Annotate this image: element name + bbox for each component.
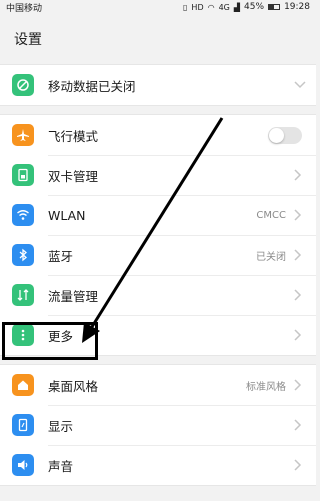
battery-percent: 45% bbox=[244, 2, 265, 12]
row-home-style[interactable]: 桌面风格 标准风格 bbox=[0, 365, 316, 405]
page-title: 设置 bbox=[14, 32, 42, 48]
chevron-right-icon bbox=[294, 379, 302, 391]
hd-icon: HD bbox=[191, 2, 204, 12]
chevron-down-icon[interactable] bbox=[294, 79, 306, 91]
wifi-status-icon: ◠ bbox=[207, 2, 215, 12]
toggle-knob bbox=[269, 127, 284, 143]
row-data-usage[interactable]: 流量管理 bbox=[0, 275, 316, 315]
chevron-right-icon bbox=[294, 459, 302, 471]
row-display[interactable]: 显示 bbox=[0, 405, 316, 445]
bluetooth-icon bbox=[12, 244, 34, 266]
row-more[interactable]: 更多 bbox=[0, 315, 316, 355]
wlan-value: CMCC bbox=[256, 209, 286, 221]
row-data-usage-label: 流量管理 bbox=[48, 288, 99, 304]
row-airplane-mode-label: 飞行模式 bbox=[48, 128, 99, 144]
row-sound[interactable]: 声音 bbox=[0, 445, 316, 485]
sound-icon bbox=[12, 454, 34, 476]
network-type: 4G bbox=[218, 2, 230, 12]
mobile-data-icon bbox=[12, 74, 34, 96]
chevron-right-icon bbox=[294, 289, 302, 301]
airplane-mode-toggle[interactable] bbox=[268, 126, 302, 144]
row-home-style-label: 桌面风格 bbox=[48, 378, 99, 394]
chevron-right-icon bbox=[294, 249, 302, 261]
row-dual-sim[interactable]: 双卡管理 bbox=[0, 155, 316, 195]
row-airplane-mode[interactable]: 飞行模式 bbox=[0, 115, 316, 155]
status-bar: 中国移动 ▯ HD ◠ 4G ▟ 45% 19:28 bbox=[0, 0, 316, 14]
home-style-icon bbox=[12, 374, 34, 396]
row-dual-sim-label: 双卡管理 bbox=[48, 168, 99, 184]
row-more-label: 更多 bbox=[48, 328, 74, 344]
settings-group-personalize: 桌面风格 标准风格 显示 声音 bbox=[0, 364, 316, 486]
settings-group-mobile-data: 移动数据已关闭 bbox=[0, 64, 316, 106]
status-icons: ▯ HD ◠ 4G ▟ 45% 19:28 bbox=[183, 2, 310, 12]
chevron-right-icon bbox=[294, 169, 302, 181]
row-mobile-data-label: 移动数据已关闭 bbox=[48, 78, 136, 94]
row-mobile-data[interactable]: 移动数据已关闭 bbox=[0, 65, 316, 105]
vibrate-icon: ▯ bbox=[183, 2, 188, 12]
carrier-label: 中国移动 bbox=[6, 3, 43, 14]
bluetooth-value: 已关闭 bbox=[256, 251, 286, 263]
row-bluetooth-label: 蓝牙 bbox=[48, 248, 74, 264]
display-icon bbox=[12, 414, 34, 436]
sim-card-icon bbox=[12, 164, 34, 186]
chevron-right-icon bbox=[294, 209, 302, 221]
data-usage-icon bbox=[12, 284, 34, 306]
chevron-right-icon bbox=[294, 419, 302, 431]
row-display-label: 显示 bbox=[48, 418, 74, 434]
settings-group-network: 飞行模式 双卡管理 WLAN CMCC 蓝牙 已关闭 流量管理 更多 bbox=[0, 114, 316, 356]
signal-icon: ▟ bbox=[233, 2, 241, 12]
chevron-right-icon bbox=[294, 329, 302, 341]
airplane-icon bbox=[12, 124, 34, 146]
row-bluetooth[interactable]: 蓝牙 已关闭 bbox=[0, 235, 316, 275]
battery-icon bbox=[268, 4, 281, 10]
clock: 19:28 bbox=[284, 2, 310, 12]
home-style-value: 标准风格 bbox=[246, 381, 286, 393]
row-sound-label: 声音 bbox=[48, 458, 74, 474]
row-wlan-label: WLAN bbox=[48, 207, 86, 223]
more-dots-icon bbox=[12, 324, 34, 346]
row-wlan[interactable]: WLAN CMCC bbox=[0, 195, 316, 235]
wifi-icon bbox=[12, 204, 34, 226]
